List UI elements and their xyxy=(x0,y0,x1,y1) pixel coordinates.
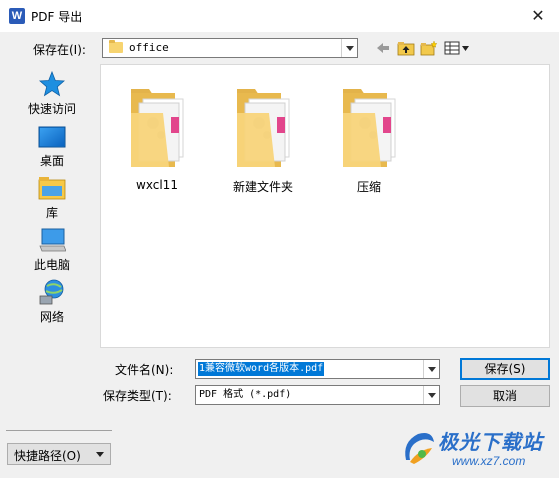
wps-writer-icon: W xyxy=(9,8,25,24)
watermark-url: www.xz7.com xyxy=(452,454,526,468)
title-bar: W PDF 导出 ✕ xyxy=(0,0,559,32)
new-folder-icon[interactable] xyxy=(420,40,438,56)
desktop-icon xyxy=(38,126,66,148)
look-in-label: 保存在(I): xyxy=(33,43,86,57)
chevron-down-icon[interactable] xyxy=(423,386,439,404)
folder-name: wxcl11 xyxy=(136,178,178,192)
place-label: 快速访问 xyxy=(27,102,76,116)
filetype-value: PDF 格式 (*.pdf) xyxy=(199,389,292,400)
watermark: 极光下载站 www.xz7.com xyxy=(400,424,559,478)
folder-name: 压缩 xyxy=(356,180,381,194)
place-this-pc[interactable]: 此电脑 xyxy=(8,222,96,272)
place-library[interactable]: 库 xyxy=(8,170,96,220)
place-label: 库 xyxy=(45,206,58,220)
cancel-button[interactable]: 取消 xyxy=(460,385,550,407)
save-button[interactable]: 保存(S) xyxy=(460,358,550,380)
place-label: 此电脑 xyxy=(33,258,70,272)
window-title: PDF 导出 xyxy=(31,10,83,24)
folder-icon xyxy=(237,89,290,167)
chevron-down-icon[interactable] xyxy=(341,39,357,57)
folder-item-new-folder[interactable]: 新建文件夹 xyxy=(213,79,313,199)
shortcut-path-button[interactable]: 快捷路径(O) xyxy=(7,443,111,465)
view-menu-icon[interactable] xyxy=(444,40,472,56)
places-bar: 快速访问 桌面 库 此电脑 网络 xyxy=(8,64,96,354)
shortcut-path-label: 快捷路径(O) xyxy=(14,449,81,463)
place-network[interactable]: 网络 xyxy=(8,274,96,324)
up-folder-icon[interactable] xyxy=(397,40,415,56)
back-arrow-icon[interactable] xyxy=(374,40,392,56)
star-icon xyxy=(38,70,66,97)
watermark-name: 极光下载站 xyxy=(438,430,543,454)
chevron-down-icon[interactable] xyxy=(423,360,439,378)
place-label: 网络 xyxy=(39,310,64,324)
filename-value: 1兼容微软word各版本.pdf xyxy=(198,362,325,376)
folder-icon xyxy=(109,40,123,53)
close-button[interactable]: ✕ xyxy=(523,4,553,28)
place-quick-access[interactable]: 快速访问 xyxy=(8,66,96,116)
folder-item-wxcl11[interactable]: wxcl11 xyxy=(107,79,207,199)
folder-icon xyxy=(131,89,184,167)
computer-icon xyxy=(39,228,66,252)
library-icon xyxy=(38,177,66,200)
watermark-logo-icon xyxy=(405,433,434,464)
folder-icon xyxy=(343,89,396,167)
filetype-select[interactable]: PDF 格式 (*.pdf) xyxy=(195,385,440,405)
folder-item-compress[interactable]: 压缩 xyxy=(319,79,419,199)
place-label: 桌面 xyxy=(39,154,64,168)
filename-label: 文件名(N): xyxy=(115,363,174,377)
network-icon xyxy=(39,279,64,305)
look-in-value: office xyxy=(129,41,169,54)
filetype-label: 保存类型(T): xyxy=(103,389,172,403)
file-list[interactable]: wxcl11 新建文件夹 压缩 xyxy=(100,64,550,348)
divider xyxy=(6,430,112,431)
chevron-down-icon xyxy=(96,452,104,457)
place-desktop[interactable]: 桌面 xyxy=(8,118,96,168)
look-in-combo[interactable]: office xyxy=(102,38,358,58)
folder-name: 新建文件夹 xyxy=(232,180,293,194)
filename-input[interactable]: 1兼容微软word各版本.pdf xyxy=(195,359,440,379)
